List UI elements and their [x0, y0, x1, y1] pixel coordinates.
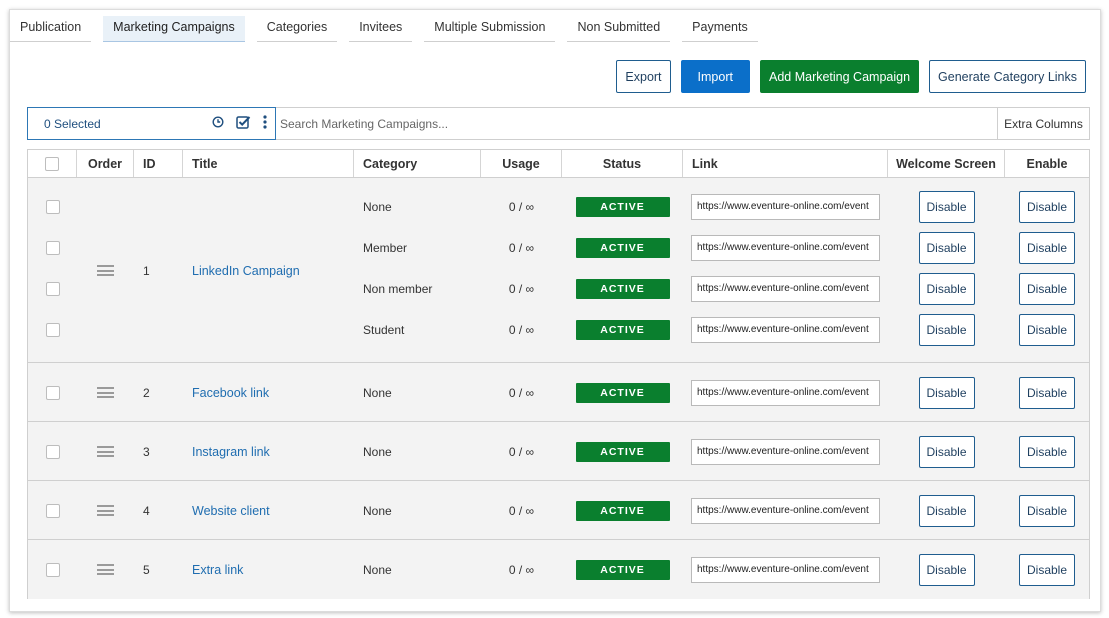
table-group-summary: 3 Instagram link [28, 431, 1089, 472]
welcome-screen-disable-button[interactable]: Disable [918, 190, 975, 223]
tab-categories[interactable]: Categories [256, 16, 338, 42]
tab-payments[interactable]: Payments [682, 16, 758, 42]
welcome-screen-disable-button[interactable]: Disable [918, 313, 975, 346]
header-link[interactable]: Link [683, 150, 888, 177]
tab-bar: Publication Marketing Campaigns Categories… [10, 16, 770, 50]
campaign-title-link[interactable]: LinkedIn Campaign [192, 264, 300, 278]
history-icon[interactable] [212, 116, 224, 131]
status-badge: ACTIVE [575, 319, 670, 340]
export-button[interactable]: Export [616, 60, 671, 93]
campaign-title-link[interactable]: Website client [192, 504, 270, 518]
status-badge: ACTIVE [575, 196, 670, 217]
tab-non-submitted[interactable]: Non Submitted [567, 16, 671, 42]
table-group-summary: 2 Facebook link [28, 372, 1089, 413]
table-group: None 0 / ∞ ACTIVE https://www.eventure-onli… [28, 481, 1089, 540]
import-button[interactable]: Import [680, 60, 750, 93]
campaign-link-field[interactable]: https://www.eventure-online.com/event [691, 316, 880, 343]
header-status[interactable]: Status [562, 150, 683, 177]
table-row: Student 0 / ∞ ACTIVE https://www.eventure-o… [28, 309, 1089, 350]
table-group-summary: 5 Extra link [28, 549, 1089, 590]
table-group: None 0 / ∞ ACTIVE https://www.eventure-onli… [28, 363, 1089, 422]
search-input[interactable] [276, 108, 997, 139]
tab-invitees[interactable]: Invitees [349, 16, 413, 42]
enable-disable-button[interactable]: Disable [1019, 313, 1075, 346]
table-group-summary: 1 LinkedIn Campaign [28, 250, 1089, 291]
selection-box: 0 Selected [27, 107, 276, 140]
row-checkbox[interactable] [45, 322, 60, 337]
drag-handle-icon[interactable] [97, 446, 114, 457]
header-usage[interactable]: Usage [481, 150, 562, 177]
header-category[interactable]: Category [354, 150, 481, 177]
check-square-icon[interactable] [236, 115, 251, 132]
tab-marketing-campaigns[interactable]: Marketing Campaigns [103, 16, 245, 42]
tab-publication[interactable]: Publication [10, 16, 92, 42]
usage-count: 0 / ∞ [508, 199, 535, 214]
drag-handle-icon[interactable] [97, 505, 114, 516]
header-order[interactable]: Order [77, 150, 134, 177]
drag-handle-icon[interactable] [97, 265, 114, 276]
tab-multiple-submission[interactable]: Multiple Submission [424, 16, 556, 42]
extra-columns-button[interactable]: Extra Columns [997, 108, 1089, 139]
table-group: None 0 / ∞ ACTIVE https://www.eventure-onli… [28, 422, 1089, 481]
table-group-summary: 4 Website client [28, 490, 1089, 531]
campaign-id: 1 [143, 263, 150, 278]
campaign-title-link[interactable]: Extra link [192, 563, 243, 577]
campaign-id: 3 [143, 444, 150, 459]
table-row: None 0 / ∞ ACTIVE https://www.eventure-onli… [28, 186, 1089, 227]
drag-handle-icon[interactable] [97, 564, 114, 575]
table-group: None 0 / ∞ ACTIVE https://www.eventure-onli… [28, 540, 1089, 599]
campaign-title-link[interactable]: Facebook link [192, 386, 269, 400]
action-bar: Export Import Add Marketing Campaign Gen… [616, 60, 1086, 93]
row-checkbox[interactable] [45, 199, 60, 214]
header-title[interactable]: Title [183, 150, 354, 177]
add-marketing-campaign-button[interactable]: Add Marketing Campaign [759, 60, 920, 93]
campaign-link-field[interactable]: https://www.eventure-online.com/event [691, 193, 880, 220]
header-welcome-screen[interactable]: Welcome Screen [888, 150, 1005, 177]
select-all-checkbox[interactable] [45, 156, 59, 171]
category-label: None [363, 199, 392, 214]
selected-count: 0 Selected [44, 116, 101, 131]
generate-category-links-button[interactable]: Generate Category Links [929, 60, 1086, 93]
app-frame: Publication Marketing Campaigns Categories… [9, 9, 1101, 612]
more-vertical-icon[interactable] [263, 115, 267, 132]
enable-disable-button[interactable]: Disable [1019, 190, 1075, 223]
campaign-id: 4 [143, 503, 150, 518]
category-label: Student [363, 322, 405, 337]
table-body: None 0 / ∞ ACTIVE https://www.eventure-onli… [28, 178, 1089, 599]
header-enable[interactable]: Enable [1005, 150, 1089, 177]
header-id[interactable]: ID [134, 150, 183, 177]
table-header: Order ID Title Category Usage Status Lin… [28, 150, 1089, 178]
header-select-all [28, 150, 77, 177]
table-group: None 0 / ∞ ACTIVE https://www.eventure-onli… [28, 178, 1089, 363]
table-toolbar: 0 Selected Extra Columns [27, 107, 1090, 140]
usage-count: 0 / ∞ [508, 322, 535, 337]
campaign-title-link[interactable]: Instagram link [192, 445, 270, 459]
campaign-id: 5 [143, 562, 150, 577]
campaigns-table: Order ID Title Category Usage Status Lin… [27, 149, 1090, 599]
drag-handle-icon[interactable] [97, 387, 114, 398]
campaign-id: 2 [143, 385, 150, 400]
